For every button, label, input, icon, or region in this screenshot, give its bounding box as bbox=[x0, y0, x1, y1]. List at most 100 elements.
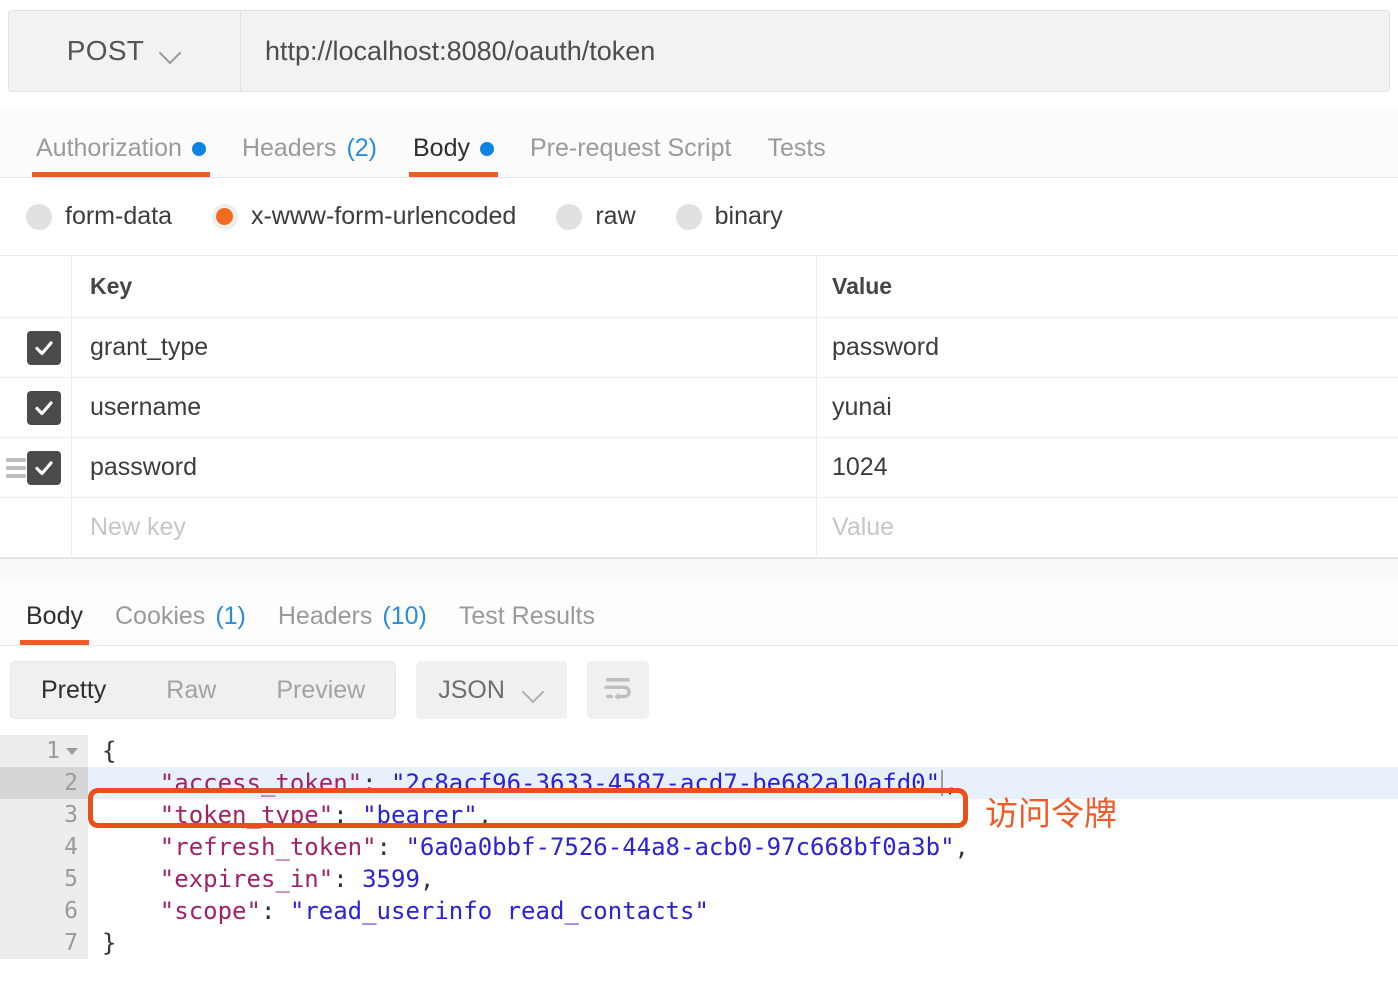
chevron-down-icon bbox=[523, 684, 545, 697]
http-method-selector[interactable]: POST bbox=[9, 11, 241, 91]
code-line-text: { bbox=[102, 737, 117, 765]
code-lines: 1{2 "access_token": "2c8acf96-3633-4587-… bbox=[0, 735, 1398, 959]
row-key-text: grant_type bbox=[90, 333, 209, 361]
new-key-input[interactable]: New key bbox=[72, 498, 817, 557]
view-mode-pretty-label: Pretty bbox=[41, 675, 107, 704]
radio-raw[interactable]: raw bbox=[556, 202, 636, 231]
new-value-input[interactable]: Value bbox=[817, 498, 1398, 557]
radio-binary-label: binary bbox=[714, 202, 783, 230]
column-header-key: Key bbox=[72, 256, 817, 317]
response-body-code-viewer[interactable]: 1{2 "access_token": "2c8acf96-3633-4587-… bbox=[0, 734, 1398, 984]
new-key-placeholder: New key bbox=[90, 513, 186, 541]
code-line: 6 "scope": "read_userinfo read_contacts" bbox=[0, 895, 1398, 927]
tab-pre-request-script[interactable]: Pre-request Script bbox=[512, 134, 749, 177]
view-mode-preview[interactable]: Preview bbox=[246, 662, 395, 718]
table-row: grant_type password bbox=[0, 318, 1398, 378]
new-row-check-cell bbox=[0, 498, 72, 557]
response-tab-cookies[interactable]: Cookies (1) bbox=[99, 602, 262, 645]
row-checkbox[interactable] bbox=[27, 450, 61, 485]
fold-toggle-icon[interactable] bbox=[66, 747, 78, 755]
request-tabs: Authorization Headers (2) Body Pre-reque… bbox=[0, 110, 1398, 178]
radio-form-data-label: form-data bbox=[65, 202, 172, 230]
line-number: 7 bbox=[0, 927, 88, 959]
row-key-input[interactable]: grant_type bbox=[72, 318, 817, 377]
row-check-cell bbox=[0, 378, 72, 437]
tab-body[interactable]: Body bbox=[395, 134, 512, 177]
annotation-label: 访问令牌 bbox=[985, 794, 1117, 833]
url-text: http://localhost:8080/oauth/token bbox=[265, 35, 656, 66]
response-tab-headers-count: (10) bbox=[382, 602, 427, 630]
radio-x-www-form-urlencoded-label: x-www-form-urlencoded bbox=[250, 202, 517, 230]
line-number: 1 bbox=[0, 735, 88, 767]
line-number: 3 bbox=[0, 799, 88, 831]
line-number: 5 bbox=[0, 863, 88, 895]
response-format-label: JSON bbox=[438, 675, 505, 704]
radio-binary[interactable]: binary bbox=[675, 202, 783, 231]
view-mode-pretty[interactable]: Pretty bbox=[11, 662, 136, 718]
tab-pre-request-script-label: Pre-request Script bbox=[529, 134, 732, 162]
tab-headers[interactable]: Headers (2) bbox=[224, 134, 395, 177]
response-tab-body[interactable]: Body bbox=[10, 602, 99, 645]
tab-tests[interactable]: Tests bbox=[749, 134, 843, 177]
new-value-placeholder: Value bbox=[832, 513, 895, 541]
tab-headers-count: (2) bbox=[346, 134, 377, 162]
word-wrap-button[interactable] bbox=[586, 661, 649, 719]
code-line: 7} bbox=[0, 927, 1398, 959]
code-line-text: "expires_in": 3599, bbox=[159, 865, 435, 893]
response-tab-cookies-count: (1) bbox=[215, 602, 246, 630]
radio-icon bbox=[556, 203, 583, 230]
code-line: 2 "access_token": "2c8acf96-3633-4587-ac… bbox=[0, 767, 1398, 799]
url-bar-section: POST http://localhost:8080/oauth/token bbox=[0, 0, 1398, 110]
header-check-cell bbox=[0, 256, 72, 317]
tab-authorization-label: Authorization bbox=[36, 134, 182, 162]
text-caret bbox=[941, 770, 944, 796]
response-format-selector[interactable]: JSON bbox=[416, 661, 567, 719]
row-key-input[interactable]: username bbox=[72, 378, 817, 437]
response-tab-cookies-label: Cookies bbox=[114, 602, 206, 630]
body-type-options: form-data x-www-form-urlencoded raw bina… bbox=[0, 178, 1398, 256]
code-line: 5 "expires_in": 3599, bbox=[0, 863, 1398, 895]
row-value-input[interactable]: yunai bbox=[817, 378, 1398, 437]
row-value-input[interactable]: 1024 bbox=[817, 438, 1398, 497]
radio-form-data[interactable]: form-data bbox=[26, 202, 172, 231]
table-row: password 1024 bbox=[0, 438, 1398, 498]
response-tab-test-results[interactable]: Test Results bbox=[443, 602, 611, 645]
row-value-text: password bbox=[832, 333, 939, 361]
radio-icon bbox=[675, 203, 702, 230]
code-line-text: "access_token": "2c8acf96-3633-4587-acd7… bbox=[159, 769, 959, 797]
view-mode-preview-label: Preview bbox=[276, 675, 366, 704]
table-header-row: Key Value bbox=[0, 256, 1398, 318]
response-tab-headers-label: Headers bbox=[277, 602, 373, 630]
radio-raw-label: raw bbox=[595, 202, 636, 230]
word-wrap-icon bbox=[603, 675, 633, 706]
table-new-row: New key Value bbox=[0, 498, 1398, 558]
view-mode-raw[interactable]: Raw bbox=[136, 662, 246, 718]
radio-icon bbox=[26, 203, 52, 230]
pane-splitter[interactable] bbox=[0, 558, 1398, 580]
code-line: 1{ bbox=[0, 735, 1398, 767]
code-line: 3 "token_type": "bearer", bbox=[0, 799, 1398, 831]
modified-dot-icon bbox=[479, 141, 494, 156]
row-checkbox[interactable] bbox=[27, 330, 61, 365]
drag-handle-icon[interactable] bbox=[6, 457, 26, 478]
code-line: 4 "refresh_token": "6a0a0bbf-7526-44a8-a… bbox=[0, 831, 1398, 863]
row-value-input[interactable]: password bbox=[817, 318, 1398, 377]
url-bar: POST http://localhost:8080/oauth/token bbox=[8, 10, 1390, 92]
row-check-cell bbox=[0, 438, 72, 497]
response-tab-headers[interactable]: Headers (10) bbox=[262, 602, 443, 645]
row-value-text: 1024 bbox=[832, 453, 888, 481]
http-method-label: POST bbox=[66, 35, 145, 66]
table-row: username yunai bbox=[0, 378, 1398, 438]
code-line-text: } bbox=[102, 929, 117, 957]
response-tab-body-label: Body bbox=[26, 602, 83, 630]
radio-x-www-form-urlencoded[interactable]: x-www-form-urlencoded bbox=[211, 202, 517, 231]
row-key-text: username bbox=[90, 393, 202, 421]
tab-authorization[interactable]: Authorization bbox=[18, 134, 224, 177]
column-header-value: Value bbox=[832, 273, 893, 299]
url-input[interactable]: http://localhost:8080/oauth/token bbox=[241, 11, 1389, 91]
row-key-input[interactable]: password bbox=[72, 438, 817, 497]
tab-headers-label: Headers bbox=[241, 134, 337, 162]
row-checkbox[interactable] bbox=[27, 390, 61, 425]
view-mode-raw-label: Raw bbox=[166, 675, 217, 704]
chevron-down-icon bbox=[160, 45, 182, 58]
